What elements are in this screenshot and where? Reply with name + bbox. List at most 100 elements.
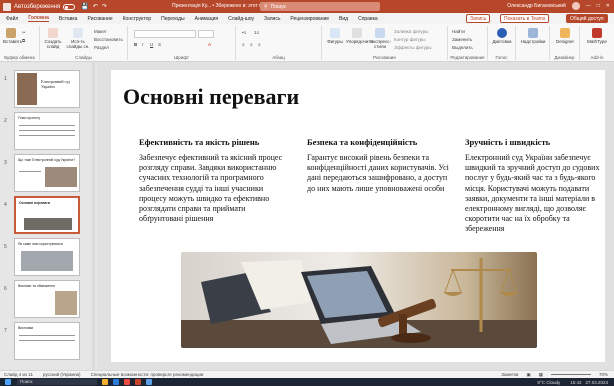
select-button[interactable]: Выделить	[452, 45, 473, 50]
font-family-select[interactable]	[134, 30, 196, 38]
slide-thumbnail-5[interactable]: Як саме ним користуватися	[14, 238, 80, 276]
chrome-icon[interactable]	[124, 379, 130, 385]
new-slide-button[interactable]: Создать слайд	[42, 28, 64, 49]
addin-group-label: Add-in	[590, 55, 604, 60]
search-box[interactable]: ⚲ Пошук	[260, 2, 380, 11]
maximize-icon[interactable]: □	[597, 3, 600, 9]
slide-thumbnail-3[interactable]: Що таке Електронний суд України?	[14, 154, 80, 192]
windows-start-icon[interactable]	[5, 379, 11, 385]
slide-thumbnail-2[interactable]: План проекту	[14, 112, 80, 150]
taskbar-search[interactable]: Поиск	[17, 379, 97, 385]
word-icon[interactable]	[113, 379, 119, 385]
language-indicator[interactable]: русский (Украина)	[43, 372, 81, 377]
layout-button[interactable]: Макет	[94, 29, 107, 34]
slide-thumbnail-4[interactable]: Основні переваги	[14, 196, 80, 234]
app-icon[interactable]	[146, 379, 152, 385]
paste-button[interactable]: Вставить	[3, 28, 22, 44]
accessibility-status[interactable]: Специальные возможности: проверьте реком…	[91, 372, 204, 377]
present-teams-button[interactable]: Показать в Teams	[500, 14, 550, 23]
mathtype-button[interactable]: MathType	[586, 28, 608, 44]
tab-review[interactable]: Рецензирование	[290, 16, 329, 22]
outline-label: Контур фигуры	[394, 37, 426, 42]
slide-thumbnail-1[interactable]: Електронний суд України	[14, 70, 80, 108]
weather-widget[interactable]: 9°C Cloudy	[537, 380, 560, 385]
redo-icon[interactable]: ↷	[102, 3, 107, 10]
autosave-toggle[interactable]	[63, 3, 76, 10]
font-size-select[interactable]	[198, 30, 214, 38]
paragraph-group: •≡ 1≡ ≡ ≡ ≡ Абзац	[236, 26, 322, 60]
italic-icon[interactable]: I	[142, 42, 143, 47]
slides-group: Создать слайд Исп-ть слайды сн. Макет Во…	[40, 26, 128, 60]
reuse-slides-button[interactable]: Исп-ть слайды сн.	[66, 28, 90, 49]
zoom-slider[interactable]	[550, 374, 591, 375]
avatar[interactable]	[571, 2, 580, 10]
explorer-icon[interactable]	[102, 379, 108, 385]
bold-icon[interactable]: B	[134, 42, 137, 47]
present-label: Показать в Teams	[504, 15, 546, 22]
clock-date[interactable]: 27.03.2023	[585, 380, 608, 385]
save-icon[interactable]: 💾	[81, 3, 88, 10]
tab-record[interactable]: Запись	[264, 16, 280, 22]
notes-button[interactable]: Заметки	[501, 372, 518, 377]
powerpoint-taskbar-icon[interactable]	[135, 379, 141, 385]
undo-icon[interactable]: ↶	[93, 3, 98, 10]
slides-group-label: Слайды	[75, 55, 92, 60]
tab-insert[interactable]: Вставка	[59, 16, 78, 22]
numbering-icon[interactable]: 1≡	[254, 30, 259, 35]
benefit-column-1[interactable]: Ефективність та якість рішень Забезпечує…	[139, 137, 289, 224]
normal-view-icon[interactable]: ▣	[526, 372, 530, 378]
fill-button[interactable]: Заливка фигуры	[394, 29, 428, 34]
clock-time[interactable]: 15:42	[570, 380, 581, 385]
benefit-column-2[interactable]: Безпека та конфіденційність Гарантує вис…	[307, 137, 453, 194]
outline-button[interactable]: Контур фигуры	[394, 37, 425, 42]
arrange-button[interactable]: Упорядочить	[346, 28, 373, 44]
addins-button[interactable]: Надстройки	[520, 28, 546, 44]
bullets-icon[interactable]: •≡	[242, 30, 246, 35]
slide-thumbnail-7[interactable]: Висновки	[14, 322, 80, 360]
shapes-button[interactable]: Фигуры	[326, 28, 344, 44]
minimize-icon[interactable]: —	[586, 3, 591, 9]
underline-icon[interactable]: U	[150, 42, 153, 47]
copy-icon[interactable]: ⧉	[22, 38, 25, 43]
tab-draw[interactable]: Рисование	[87, 16, 112, 22]
tab-animations[interactable]: Анимация	[195, 16, 218, 22]
section-button[interactable]: Раздел	[94, 45, 109, 50]
tab-design[interactable]: Конструктор	[123, 16, 152, 22]
close-icon[interactable]: ✕	[606, 3, 610, 9]
align-right-icon[interactable]: ≡	[258, 42, 261, 47]
quick-styles-button[interactable]: Экспресс-стили	[370, 28, 391, 49]
slide-thumbnail-6[interactable]: Виклики та обмеження	[14, 280, 80, 318]
slide-sorter-icon[interactable]: ▦	[539, 372, 543, 378]
slide[interactable]: Основні переваги Ефективність та якість …	[111, 70, 605, 362]
align-center-icon[interactable]: ≡	[250, 42, 253, 47]
designer-button[interactable]: Designer	[554, 28, 576, 44]
effects-button[interactable]: Эффекты фигуры	[394, 45, 432, 50]
reset-button[interactable]: Восстановить	[94, 37, 123, 42]
tab-view[interactable]: Вид	[339, 16, 348, 22]
record-button[interactable]: Запись	[466, 14, 491, 23]
find-button[interactable]: Найти	[452, 29, 465, 34]
zoom-level[interactable]: 70%	[599, 372, 608, 377]
replace-button[interactable]: Заменить	[452, 37, 472, 42]
thumb-image	[17, 73, 37, 105]
thumbnails-scrollbar[interactable]	[92, 62, 95, 370]
benefit-column-3[interactable]: Зручність і швидкість Електронний суд Ук…	[465, 137, 601, 235]
tab-home[interactable]: Головна	[28, 15, 49, 22]
align-left-icon[interactable]: ≡	[242, 42, 245, 47]
taskbar-search-label: Поиск	[20, 379, 33, 384]
search-input[interactable]: Пошук	[271, 4, 286, 10]
tab-transitions[interactable]: Переходы	[161, 16, 184, 22]
justice-laptop-photo[interactable]	[181, 252, 537, 348]
dictation-button[interactable]: Диктовка	[492, 28, 512, 44]
font-color-icon[interactable]: A	[208, 42, 211, 47]
drawing-group: Фигуры Упорядочить Экспресс-стили Заливк…	[322, 26, 448, 60]
strikethrough-icon[interactable]: S	[158, 42, 161, 47]
slide-title[interactable]: Основні переваги	[123, 84, 299, 110]
tab-help[interactable]: Справка	[358, 16, 378, 22]
tab-slideshow[interactable]: Слайд-шоу	[228, 16, 254, 22]
tab-file[interactable]: Файл	[6, 16, 18, 22]
addins-icon	[528, 28, 538, 38]
share-button[interactable]: Общий доступ	[566, 14, 608, 23]
thumb-image	[55, 291, 77, 315]
cut-icon[interactable]: ✂	[22, 30, 26, 36]
